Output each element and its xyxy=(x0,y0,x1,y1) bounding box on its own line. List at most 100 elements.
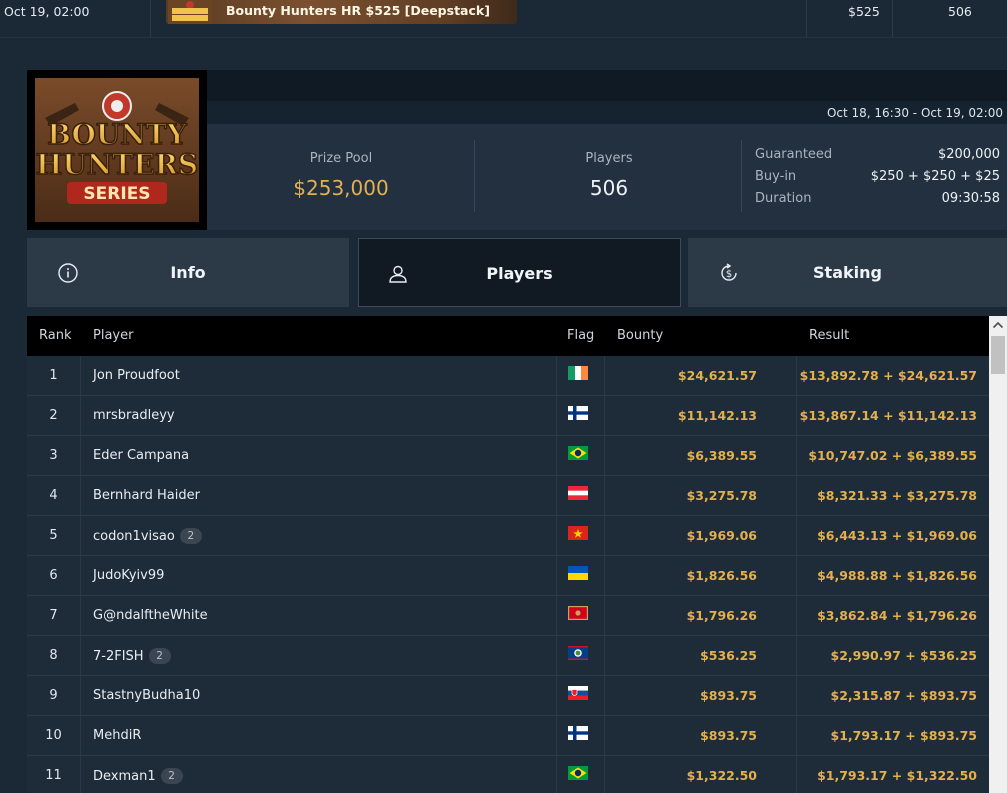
column-divider xyxy=(80,356,81,793)
logo-line-2: HUNTERS xyxy=(36,148,198,181)
brazil-flag-icon xyxy=(568,446,588,460)
row-rank: 9 xyxy=(49,688,58,703)
duration-value: 09:30:58 xyxy=(941,191,1000,206)
tournament-date: Oct 19, 02:00 xyxy=(4,4,90,19)
row-player[interactable]: StastnyBudha10 xyxy=(93,688,200,703)
finland-flag-icon xyxy=(568,406,588,420)
row-bounty: $1,969.06 xyxy=(686,528,757,543)
player-name: Bernhard Haider xyxy=(93,488,200,503)
row-player[interactable]: Jon Proudfoot xyxy=(93,368,180,383)
row-result: $6,443.13 + $1,969.06 xyxy=(817,528,977,543)
slovakia-flag-icon xyxy=(568,686,588,700)
row-result: $1,793.17 + $1,322.50 xyxy=(817,768,977,783)
row-player[interactable]: JudoKyiv99 xyxy=(93,568,164,583)
row-player[interactable]: codon1visao 2 xyxy=(93,528,202,544)
bounty-hunters-logo-icon: BOUNTY HUNTERS SERIES xyxy=(35,78,199,222)
header-result[interactable]: Result xyxy=(809,328,849,343)
row-bounty: $893.75 xyxy=(700,728,757,743)
tab-info[interactable]: Info xyxy=(27,238,349,307)
row-result: $2,990.97 + $536.25 xyxy=(830,648,978,663)
vietnam-flag-icon xyxy=(568,526,588,540)
header-player[interactable]: Player xyxy=(93,328,133,343)
header-flag[interactable]: Flag xyxy=(567,328,594,343)
bounty-hunters-mini-logo-icon xyxy=(168,0,212,24)
duration-row: Duration 09:30:58 xyxy=(755,191,1000,209)
row-player[interactable]: MehdiR xyxy=(93,728,141,743)
row-result: $3,862.84 + $1,796.26 xyxy=(817,608,977,623)
table-row[interactable]: 9 StastnyBudha10 $893.75 $2,315.87 + $893.7… xyxy=(27,676,989,716)
previous-tournament-row[interactable]: Oct 19, 02:00 Bounty Hunters HR $525 [De… xyxy=(0,0,1007,38)
entries-badge: 2 xyxy=(179,528,202,544)
table-row[interactable]: 5 codon1visao 2 $1,969.06 $6,443.13 + $1,969… xyxy=(27,516,989,556)
table-row[interactable]: 2 mrsbradleyy $11,142.13 $13,867.14 + $11,1… xyxy=(27,396,989,436)
prize-pool-stat: Prize Pool $253,000 xyxy=(241,151,441,200)
row-result: $10,747.02 + $6,389.55 xyxy=(808,448,977,463)
table-row[interactable]: 1 Jon Proudfoot $24,621.57 $13,892.78 + $24… xyxy=(27,356,989,396)
row-player[interactable]: 7-2FISH 2 xyxy=(93,648,171,664)
brazil-flag-icon xyxy=(568,766,588,780)
stat-divider xyxy=(741,140,742,212)
scroll-up-arrow-icon[interactable] xyxy=(989,316,1007,334)
row-player[interactable]: Dexman1 2 xyxy=(93,768,183,784)
row-result: $2,315.87 + $893.75 xyxy=(830,688,978,703)
header-rank[interactable]: Rank xyxy=(39,328,71,343)
tab-players[interactable]: Players xyxy=(358,238,681,307)
row-result: $8,321.33 + $3,275.78 xyxy=(817,488,977,503)
table-scrollbar[interactable] xyxy=(989,316,1007,793)
column-divider xyxy=(806,0,807,37)
logo-line-1: BOUNTY xyxy=(47,118,187,151)
player-name: mrsbradleyy xyxy=(93,408,175,423)
row-player[interactable]: G@ndalftheWhite xyxy=(93,608,208,623)
player-name: Dexman1 xyxy=(93,769,156,784)
header-bounty[interactable]: Bounty xyxy=(617,328,663,343)
table-row[interactable]: 7 G@ndalftheWhite $1,796.26 $3,862.84 + $1,… xyxy=(27,596,989,636)
row-bounty: $3,275.78 xyxy=(686,488,757,503)
table-row[interactable]: 11 Dexman1 2 $1,322.50 $1,793.17 + $1,322.50 xyxy=(27,756,989,793)
buyin-row: Buy-in $250 + $250 + $25 xyxy=(755,169,1000,187)
belize-flag-icon xyxy=(568,646,588,660)
row-bounty: $6,389.55 xyxy=(686,448,757,463)
tournament-logo: BOUNTY HUNTERS SERIES xyxy=(27,70,207,230)
tournament-date-range: Oct 18, 16:30 - Oct 19, 02:00 xyxy=(826,106,1003,120)
table-row[interactable]: 8 7-2FISH 2 $536.25 $2,990.97 + $536.25 xyxy=(27,636,989,676)
row-rank: 10 xyxy=(45,728,62,743)
table-row[interactable]: 10 MehdiR $893.75 $1,793.17 + $893.75 xyxy=(27,716,989,756)
players-stat: Players 506 xyxy=(509,151,709,200)
row-result: $13,892.78 + $24,621.57 xyxy=(799,368,977,383)
row-rank: 11 xyxy=(45,768,62,783)
row-player[interactable]: mrsbradleyy xyxy=(93,408,175,423)
ireland-flag-icon xyxy=(568,366,588,380)
scrollbar-thumb[interactable] xyxy=(991,336,1005,374)
column-divider xyxy=(150,0,151,37)
tab-staking-label: Staking xyxy=(813,263,882,282)
row-player[interactable]: Bernhard Haider xyxy=(93,488,200,503)
guaranteed-label: Guaranteed xyxy=(755,147,833,162)
player-name: JudoKyiv99 xyxy=(93,568,165,583)
guaranteed-value: $200,000 xyxy=(937,147,1000,162)
row-bounty: $1,322.50 xyxy=(686,768,757,783)
duration-label: Duration xyxy=(755,191,812,206)
row-bounty: $24,621.57 xyxy=(677,368,757,383)
ukraine-flag-icon xyxy=(568,566,588,580)
tab-staking[interactable]: $ Staking xyxy=(688,238,1007,307)
row-rank: 4 xyxy=(49,488,58,503)
row-result: $1,793.17 + $893.75 xyxy=(830,728,978,743)
column-divider xyxy=(796,356,797,793)
row-rank: 8 xyxy=(49,648,58,663)
tournament-players: 506 xyxy=(948,4,972,19)
row-bounty: $893.75 xyxy=(700,688,757,703)
row-bounty: $11,142.13 xyxy=(677,408,757,423)
entries-badge: 2 xyxy=(148,648,171,664)
montenegro-flag-icon xyxy=(568,606,588,620)
tournament-banner[interactable]: Bounty Hunters HR $525 [Deepstack] xyxy=(166,0,517,24)
row-player[interactable]: Eder Campana xyxy=(93,448,189,463)
column-divider xyxy=(556,356,557,793)
column-divider xyxy=(892,0,893,37)
player-name: StastnyBudha10 xyxy=(93,688,201,703)
tournament-banner-title: Bounty Hunters HR $525 [Deepstack] xyxy=(226,3,490,18)
table-row[interactable]: 4 Bernhard Haider $3,275.78 $8,321.33 + $3,… xyxy=(27,476,989,516)
players-value: 506 xyxy=(589,176,629,200)
table-row[interactable]: 6 JudoKyiv99 $1,826.56 $4,988.88 + $1,826.5… xyxy=(27,556,989,596)
table-row[interactable]: 3 Eder Campana $6,389.55 $10,747.02 + $6,38… xyxy=(27,436,989,476)
austria-flag-icon xyxy=(568,486,588,500)
